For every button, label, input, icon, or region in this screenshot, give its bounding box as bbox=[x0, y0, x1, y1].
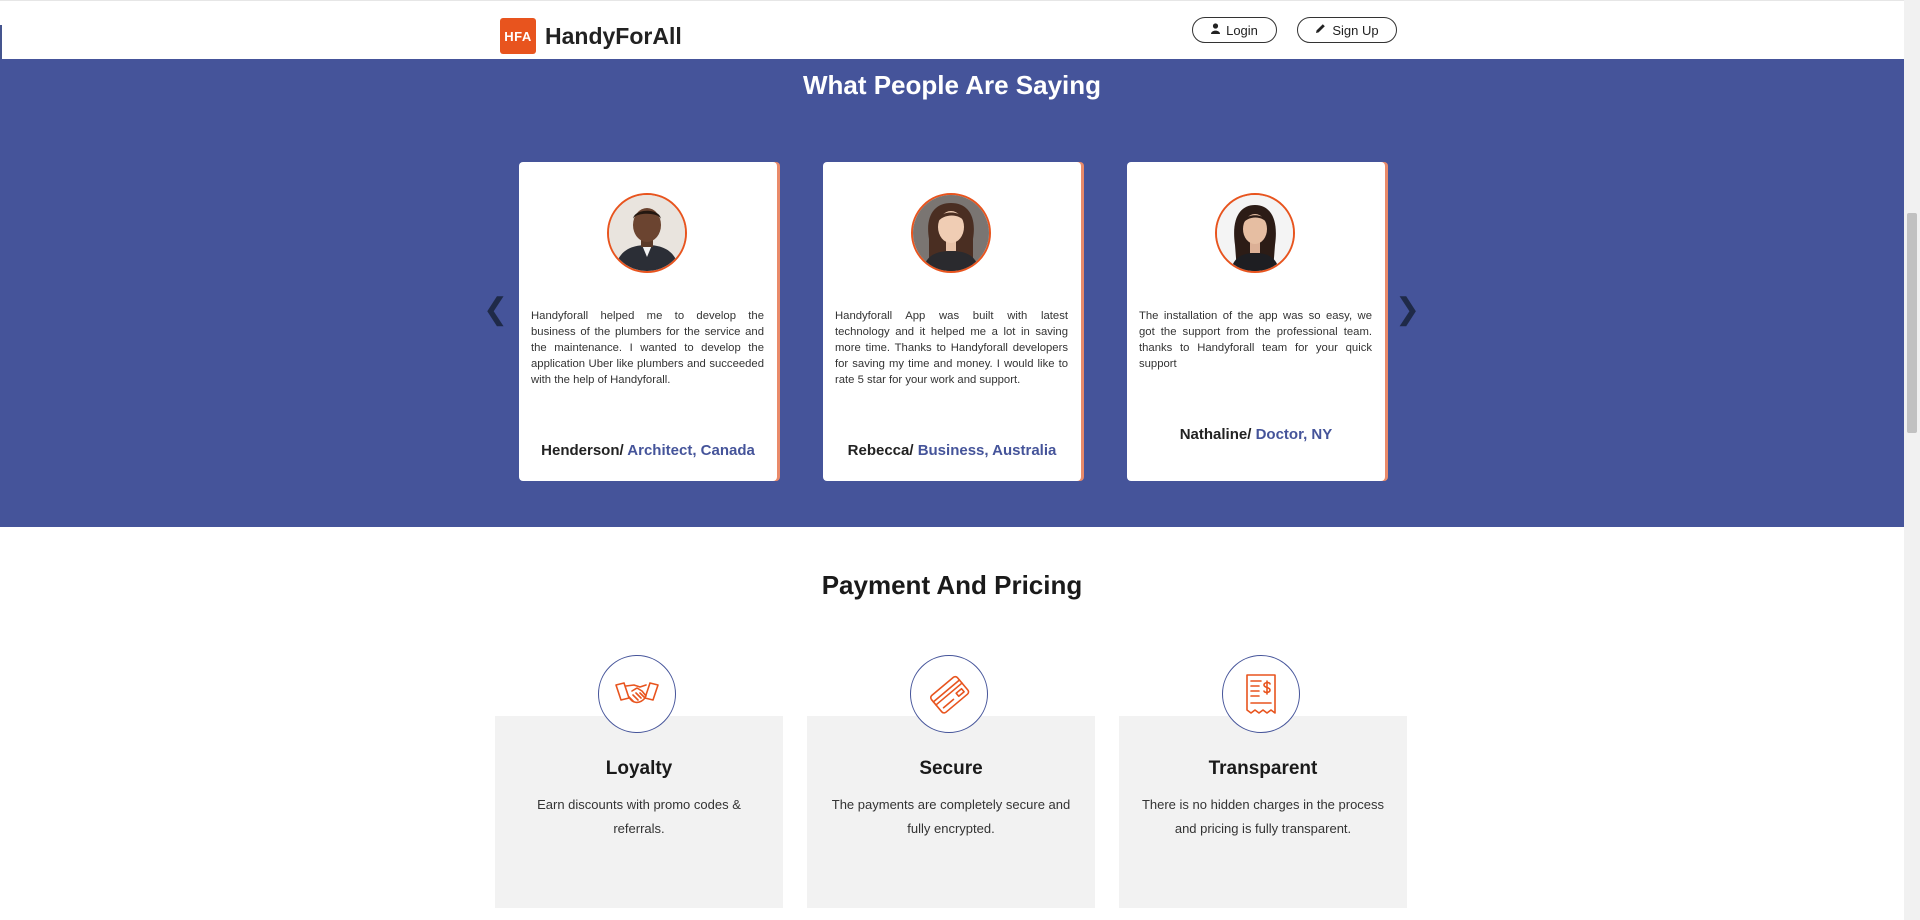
testimonial-card: Handyforall App was built with latest te… bbox=[823, 162, 1081, 481]
author-name: Nathaline/ bbox=[1179, 426, 1252, 443]
login-label: Login bbox=[1226, 22, 1258, 38]
carousel-next-arrow[interactable]: ❯ bbox=[1395, 295, 1420, 325]
pencil-icon bbox=[1315, 23, 1326, 37]
testimonial-card: Handyforall helped me to develop the bus… bbox=[519, 162, 777, 481]
feature-card-loyalty: Loyalty Earn discounts with promo codes … bbox=[495, 655, 783, 908]
testimonial-quote: The installation of the app was so easy,… bbox=[1139, 310, 1372, 370]
avatar bbox=[1215, 193, 1295, 273]
testimonial-author: Nathaline/ Doctor, NY bbox=[1127, 426, 1385, 443]
testimonial-author: Rebecca/ Business, Australia bbox=[823, 442, 1081, 459]
feature-title: Transparent bbox=[1208, 758, 1318, 779]
author-role: Doctor, NY bbox=[1255, 426, 1333, 443]
feature-card-secure: Secure The payments are completely secur… bbox=[807, 655, 1095, 908]
feature-card-transparent: Transparent There is no hidden charges i… bbox=[1119, 655, 1407, 908]
testimonial-quote: Handyforall App was built with latest te… bbox=[835, 310, 1068, 386]
credit-card-icon bbox=[910, 655, 988, 733]
scrollbar-thumb[interactable] bbox=[1907, 213, 1917, 433]
page-scrollbar[interactable] bbox=[1904, 0, 1920, 920]
testimonials-section: What People Are Saying ❮ ❯ Handyforall h… bbox=[0, 58, 1904, 527]
feature-title: Loyalty bbox=[605, 758, 673, 779]
testimonials-title: What People Are Saying bbox=[802, 70, 1102, 100]
author-name: Rebecca/ bbox=[847, 442, 914, 459]
feature-description: Earn discounts with promo codes & referr… bbox=[537, 797, 741, 836]
author-role: Business, Australia bbox=[917, 442, 1057, 459]
login-button[interactable]: Login bbox=[1192, 17, 1277, 43]
signup-button[interactable]: Sign Up bbox=[1297, 17, 1397, 43]
site-logo[interactable]: HFA HandyForAll bbox=[500, 17, 682, 55]
avatar bbox=[911, 193, 991, 273]
feature-title: Secure bbox=[919, 758, 983, 779]
handshake-icon bbox=[598, 655, 676, 733]
carousel-prev-arrow[interactable]: ❮ bbox=[483, 295, 508, 325]
user-icon bbox=[1211, 23, 1221, 37]
logo-badge: HFA bbox=[500, 18, 536, 54]
site-header: HFA HandyForAll Login Sign Up bbox=[0, 0, 1904, 59]
signup-label: Sign Up bbox=[1332, 22, 1379, 38]
avatar bbox=[607, 193, 687, 273]
testimonial-author: Henderson/ Architect, Canada bbox=[519, 442, 777, 459]
feature-description: There is no hidden charges in the proces… bbox=[1141, 797, 1385, 836]
author-role: Architect, Canada bbox=[627, 442, 755, 459]
author-name: Henderson/ bbox=[541, 442, 624, 459]
receipt-icon bbox=[1222, 655, 1300, 733]
testimonial-card: The installation of the app was so easy,… bbox=[1127, 162, 1385, 481]
feature-description: The payments are completely secure and f… bbox=[831, 797, 1071, 836]
pricing-title: Payment And Pricing bbox=[821, 570, 1083, 600]
brand-name: HandyForAll bbox=[545, 22, 682, 49]
header-edge-accent bbox=[0, 25, 2, 59]
testimonial-quote: Handyforall helped me to develop the bus… bbox=[531, 310, 764, 386]
